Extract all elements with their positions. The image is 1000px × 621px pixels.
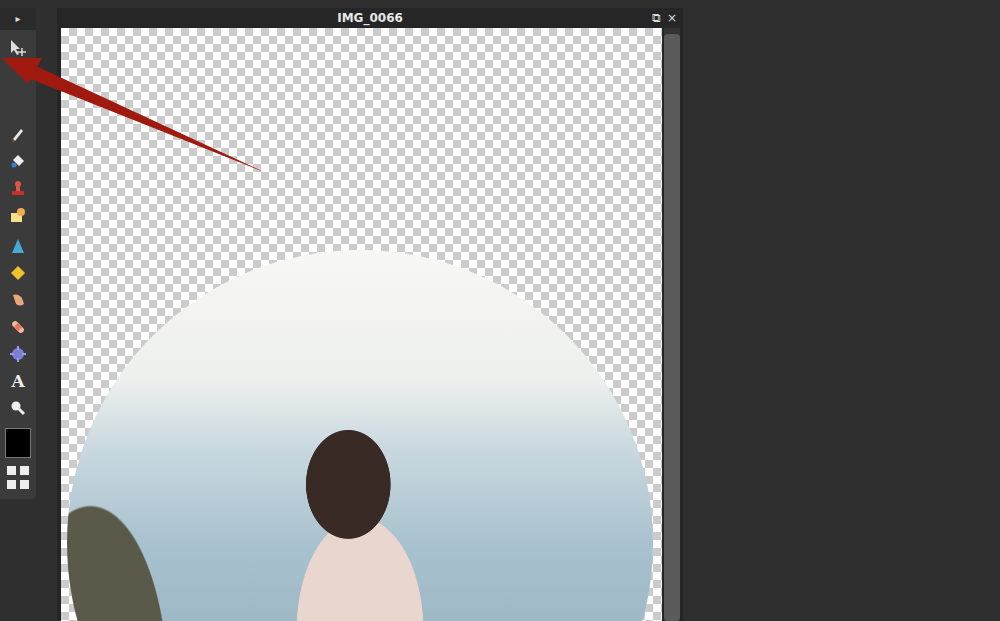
document-title: IMG_0066 [337,11,403,25]
circular-photo [67,250,653,621]
pencil-icon [10,126,26,142]
sponge-tool[interactable] [5,261,31,285]
color-replace-icon [10,207,26,223]
smudge-finger-icon [10,292,26,308]
text-tool[interactable]: A [5,369,31,393]
document-titlebar[interactable]: IMG_0066⧉× [57,8,683,28]
window-control-button[interactable]: ⧉ [652,9,661,27]
grid-cell [7,466,16,475]
paint-bucket-icon [10,153,26,169]
sharpen-icon [10,238,26,254]
move-tool[interactable] [5,36,31,60]
text-tool-label: A [11,371,24,391]
vertical-scrollbar[interactable] [664,28,680,621]
toolbar: ▸A [0,8,36,499]
window-controls: ⧉× [652,9,677,27]
annotation-arrow-icon [0,0,1000,621]
grid-cell [20,480,29,489]
bloat-tool[interactable] [5,342,31,366]
stamp-icon [10,180,26,196]
grid-cell [7,480,16,489]
bucket-tool[interactable] [5,149,31,173]
magnifier-icon [10,400,26,416]
grid-icon[interactable] [7,466,29,489]
sharpen-tool[interactable] [5,234,31,258]
tool-list: A [5,30,31,422]
window-control-button[interactable]: × [667,9,677,27]
image-canvas[interactable] [61,28,662,621]
grid-cell [20,466,29,475]
pencil-tool[interactable] [5,122,31,146]
document-window[interactable]: IMG_0066⧉× [57,8,683,621]
editor: ▸AIMG_0066⧉× [0,0,1000,621]
bloat-icon [10,346,26,362]
replace-tool[interactable] [5,203,31,227]
bandage-icon [10,319,26,335]
smudge-tool[interactable] [5,288,31,312]
scrollbar-thumb[interactable] [664,34,680,621]
zoom-tool[interactable] [5,396,31,420]
stamp-tool[interactable] [5,176,31,200]
document-body [57,28,683,621]
heal-tool[interactable] [5,315,31,339]
move-arrow-icon [9,39,27,57]
expand-button[interactable]: ▸ [0,8,36,30]
sponge-icon [10,265,26,281]
foreground-color-swatch[interactable] [5,428,31,458]
